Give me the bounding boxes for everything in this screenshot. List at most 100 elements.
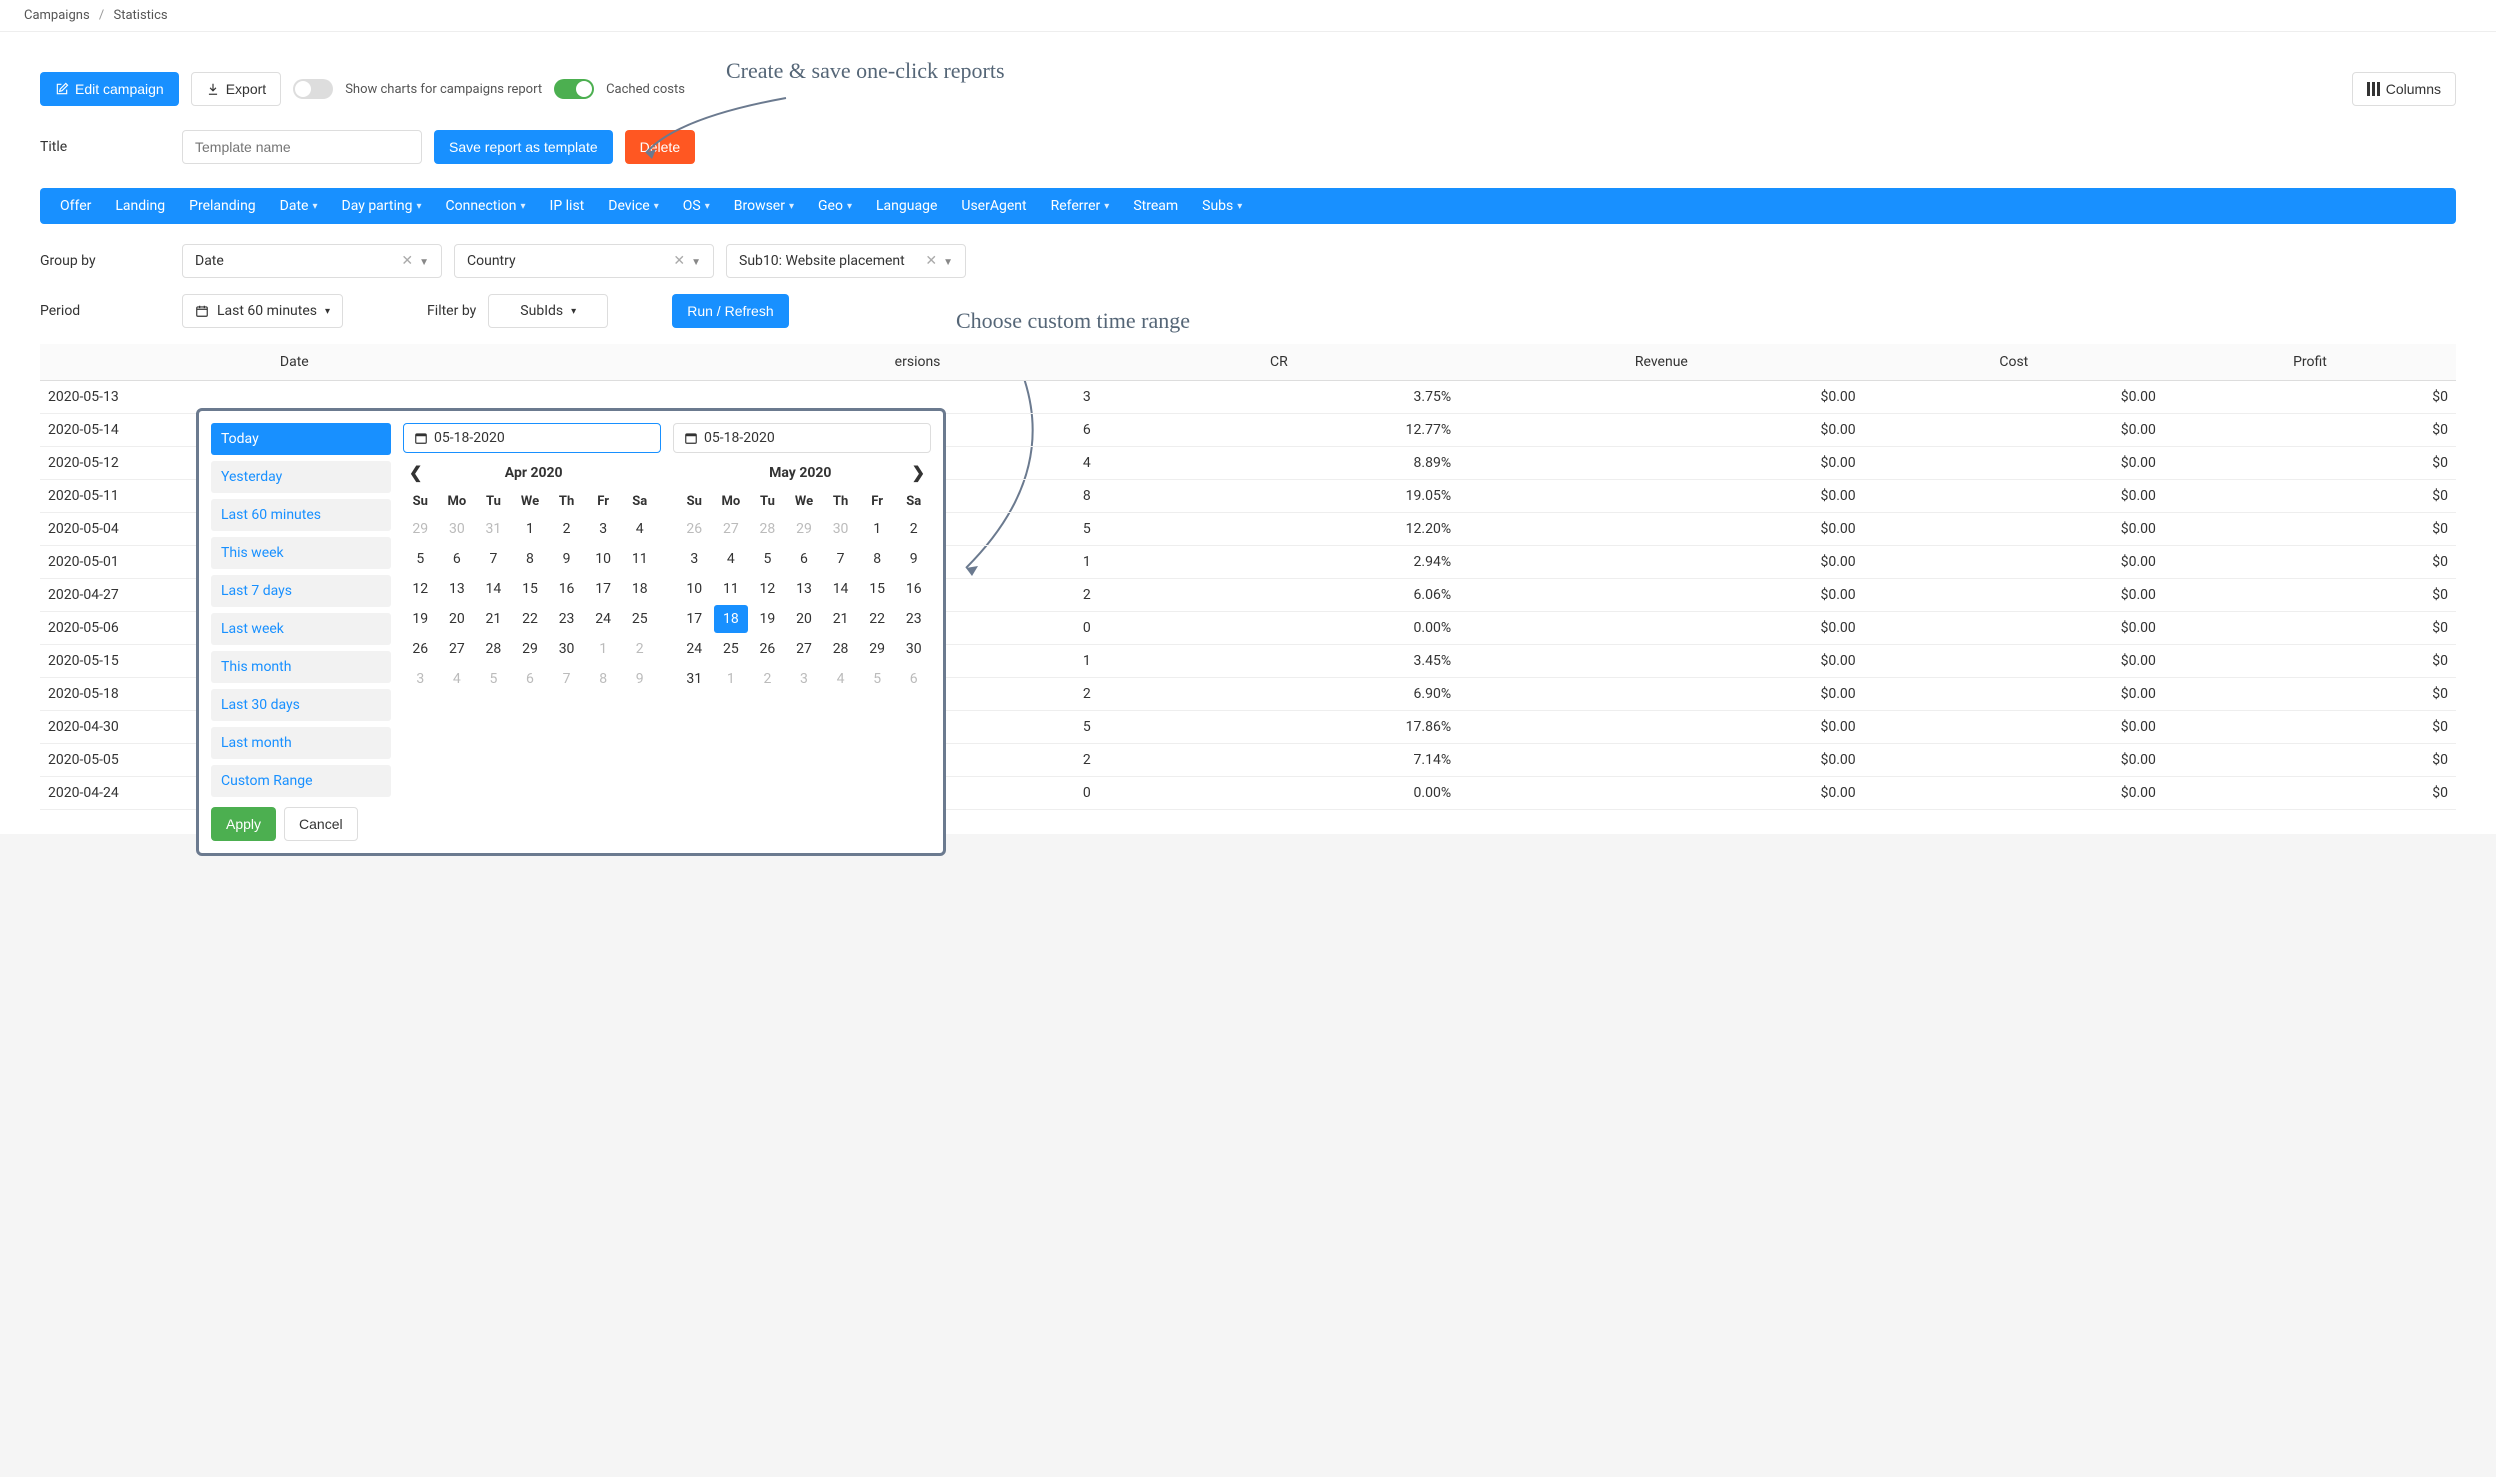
calendar-day[interactable]: 11: [714, 575, 749, 603]
calendar-day[interactable]: 14: [823, 575, 858, 603]
tab-os[interactable]: OS▾: [683, 198, 710, 214]
calendar-day[interactable]: 24: [586, 605, 621, 633]
calendar-day[interactable]: 7: [476, 545, 511, 573]
calendar-day[interactable]: 20: [440, 605, 475, 633]
calendar-day[interactable]: 6: [513, 665, 548, 693]
calendar-day[interactable]: 31: [677, 665, 712, 693]
calendar-day[interactable]: 17: [586, 575, 621, 603]
tab-ip-list[interactable]: IP list: [550, 198, 585, 214]
calendar-prev-icon[interactable]: ❮: [403, 463, 428, 482]
calendar-day[interactable]: 10: [677, 575, 712, 603]
calendar-day[interactable]: 28: [750, 515, 785, 543]
columns-button[interactable]: Columns: [2352, 72, 2456, 106]
save-template-button[interactable]: Save report as template: [434, 130, 613, 164]
tab-offer[interactable]: Offer: [60, 198, 91, 214]
clear-icon[interactable]: ✕: [925, 253, 937, 269]
calendar-day[interactable]: 30: [896, 635, 931, 663]
tab-browser[interactable]: Browser▾: [734, 198, 794, 214]
calendar-day[interactable]: 5: [860, 665, 895, 693]
template-name-input[interactable]: [182, 130, 422, 164]
calendar-day[interactable]: 24: [677, 635, 712, 663]
group-by-select-2[interactable]: Country ✕▼: [454, 244, 714, 278]
date-range-yesterday[interactable]: Yesterday: [211, 461, 391, 493]
calendar-day[interactable]: 19: [750, 605, 785, 633]
tab-stream[interactable]: Stream: [1133, 198, 1178, 214]
date-range-this-week[interactable]: This week: [211, 537, 391, 569]
calendar-day[interactable]: 16: [549, 575, 584, 603]
tab-subs[interactable]: Subs▾: [1202, 198, 1242, 214]
table-header[interactable]: [549, 344, 643, 381]
calendar-day[interactable]: 15: [860, 575, 895, 603]
calendar-day[interactable]: 29: [787, 515, 822, 543]
calendar-day[interactable]: 30: [440, 515, 475, 543]
calendar-day[interactable]: 26: [677, 515, 712, 543]
table-header[interactable]: Revenue: [1459, 344, 1864, 381]
calendar-day[interactable]: 5: [476, 665, 511, 693]
cached-costs-toggle[interactable]: [554, 79, 594, 99]
clear-icon[interactable]: ✕: [673, 253, 685, 269]
calendar-day[interactable]: 23: [896, 605, 931, 633]
calendar-day[interactable]: 26: [403, 635, 438, 663]
calendar-day[interactable]: 8: [513, 545, 548, 573]
tab-geo[interactable]: Geo▾: [818, 198, 852, 214]
calendar-day[interactable]: 9: [896, 545, 931, 573]
tab-landing[interactable]: Landing: [115, 198, 165, 214]
calendar-day[interactable]: 11: [622, 545, 657, 573]
tab-language[interactable]: Language: [876, 198, 937, 214]
calendar-day[interactable]: 3: [586, 515, 621, 543]
calendar-day[interactable]: 4: [714, 545, 749, 573]
table-header[interactable]: Profit: [2164, 344, 2456, 381]
calendar-day[interactable]: 2: [549, 515, 584, 543]
calendar-day[interactable]: 9: [549, 545, 584, 573]
calendar-day[interactable]: 5: [750, 545, 785, 573]
breadcrumb-statistics[interactable]: Statistics: [114, 8, 168, 23]
calendar-day[interactable]: 15: [513, 575, 548, 603]
calendar-day[interactable]: 29: [860, 635, 895, 663]
calendar-day[interactable]: 7: [549, 665, 584, 693]
calendar-day[interactable]: 17: [677, 605, 712, 633]
tab-date[interactable]: Date▾: [280, 198, 318, 214]
date-range-last-30-days[interactable]: Last 30 days: [211, 689, 391, 721]
show-charts-toggle[interactable]: [293, 79, 333, 99]
date-from-input[interactable]: 05-18-2020: [403, 423, 661, 453]
apply-button[interactable]: Apply: [211, 807, 276, 841]
calendar-day[interactable]: 4: [823, 665, 858, 693]
calendar-day[interactable]: 19: [403, 605, 438, 633]
cancel-button[interactable]: Cancel: [284, 807, 358, 841]
calendar-day[interactable]: 20: [787, 605, 822, 633]
calendar-day[interactable]: 22: [513, 605, 548, 633]
calendar-day[interactable]: 30: [823, 515, 858, 543]
calendar-day[interactable]: 9: [622, 665, 657, 693]
calendar-day[interactable]: 4: [440, 665, 475, 693]
edit-campaign-button[interactable]: Edit campaign: [40, 72, 179, 106]
tab-connection[interactable]: Connection▾: [445, 198, 525, 214]
date-range-last-month[interactable]: Last month: [211, 727, 391, 759]
calendar-day[interactable]: 22: [860, 605, 895, 633]
calendar-day[interactable]: 18: [714, 605, 749, 633]
tab-day-parting[interactable]: Day parting▾: [342, 198, 422, 214]
calendar-day[interactable]: 21: [823, 605, 858, 633]
calendar-day[interactable]: 25: [622, 605, 657, 633]
clear-icon[interactable]: ✕: [401, 253, 413, 269]
breadcrumb-campaigns[interactable]: Campaigns: [24, 8, 90, 23]
calendar-day[interactable]: 12: [403, 575, 438, 603]
calendar-day[interactable]: 23: [549, 605, 584, 633]
calendar-day[interactable]: 3: [403, 665, 438, 693]
calendar-day[interactable]: 6: [440, 545, 475, 573]
calendar-day[interactable]: 29: [513, 635, 548, 663]
calendar-day[interactable]: 2: [896, 515, 931, 543]
calendar-day[interactable]: 28: [476, 635, 511, 663]
calendar-day[interactable]: 3: [677, 545, 712, 573]
calendar-next-icon[interactable]: ❯: [906, 463, 931, 482]
calendar-day[interactable]: 2: [622, 635, 657, 663]
group-by-select-1[interactable]: Date ✕▼: [182, 244, 442, 278]
calendar-day[interactable]: 13: [440, 575, 475, 603]
group-by-select-3[interactable]: Sub10: Website placement ✕▼: [726, 244, 966, 278]
date-range-this-month[interactable]: This month: [211, 651, 391, 683]
calendar-day[interactable]: 6: [787, 545, 822, 573]
tab-useragent[interactable]: UserAgent: [961, 198, 1026, 214]
calendar-day[interactable]: 26: [750, 635, 785, 663]
calendar-day[interactable]: 31: [476, 515, 511, 543]
calendar-day[interactable]: 1: [586, 635, 621, 663]
calendar-day[interactable]: 28: [823, 635, 858, 663]
